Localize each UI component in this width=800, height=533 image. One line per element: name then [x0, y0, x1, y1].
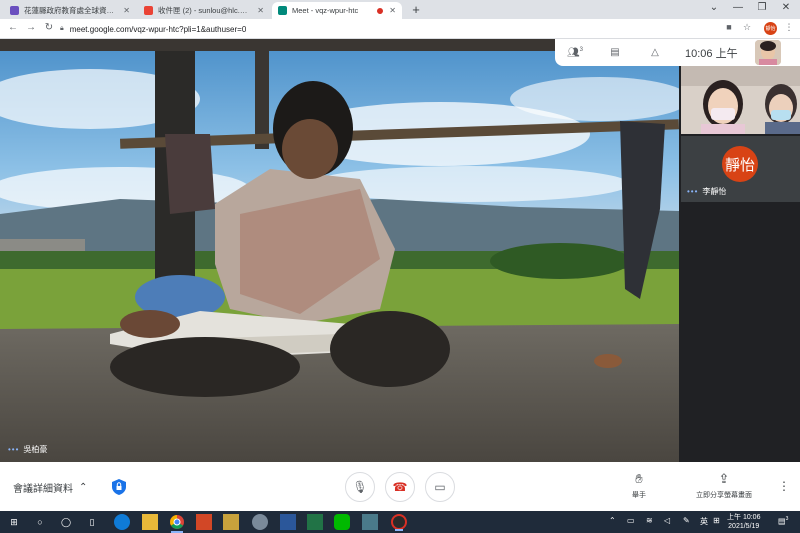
participant-video-tile[interactable] [681, 66, 800, 134]
video-frame-image [0, 39, 679, 462]
battery-icon[interactable]: ▭ [627, 516, 635, 525]
line-icon[interactable] [334, 514, 350, 530]
meet-stage: ••• 吳柏豪 👥︎3 ▤ △ 10:06 上午 靜怡 ••• 李靜怡 [0, 39, 800, 462]
recorder-icon[interactable] [391, 514, 407, 531]
audio-activity-icon: ••• [8, 445, 20, 454]
meeting-details-label: 會議詳細資料 [13, 484, 73, 495]
tab-meet[interactable]: Meet - vqz-wpur-htc ✕ [272, 2, 402, 19]
notification-count: 3 [785, 516, 789, 522]
raise-hand-label: 舉手 [632, 492, 646, 499]
taskbar-clock[interactable]: 上午 10:06 2021/5/19 [727, 513, 760, 531]
windows-taskbar: ⊞ ○ ◯ ▯ ⌃ ▭ ≋ ◁ ✎ 英 ⊞ 上午 10:06 2021/5/19… [0, 511, 800, 533]
activities-icon[interactable]: △ [635, 47, 675, 58]
meet-icon [278, 6, 287, 15]
host-controls-shield-icon[interactable] [111, 478, 127, 496]
phone-hangup-icon: ☎︎ [392, 480, 408, 494]
edge-icon[interactable] [114, 514, 130, 530]
tab-title: 花蓮縣政府教育處全球資訊服務 [24, 6, 117, 15]
chevron-up-icon[interactable]: ⌃ [609, 516, 616, 525]
chrome-logo-icon [170, 515, 184, 529]
close-tab-icon[interactable]: ✕ [389, 6, 396, 15]
site-favicon-icon [10, 6, 19, 15]
tab-title: Meet - vqz-wpur-htc [292, 6, 359, 15]
profile-avatar[interactable]: 靜怡 [764, 22, 777, 35]
participant-avatar: 靜怡 [722, 146, 758, 182]
meet-control-bar: 會議詳細資料 ⌃ 🎙︎ ☎︎ ▭ ✋︎ 舉手 ⇪ 立即分享螢幕畫面 ⋮ [0, 462, 800, 511]
self-view-thumbnail[interactable] [755, 40, 781, 65]
reload-icon[interactable]: ↻ [42, 22, 56, 33]
present-label: 立即分享螢幕畫面 [696, 492, 752, 499]
participant-name-label: ••• 李靜怡 [687, 186, 726, 197]
clock-time: 上午 10:06 [727, 514, 761, 521]
bookmark-star-icon[interactable]: ☆ [740, 22, 754, 33]
notifications-icon[interactable]: ▤3 [778, 516, 788, 526]
word-icon[interactable] [280, 514, 296, 530]
back-icon[interactable]: ← [6, 22, 20, 33]
participant-name: 李靜怡 [702, 187, 727, 196]
tab-gmail[interactable]: 收件匣 (2) - sunlou@hlc.edu.tw ✕ [138, 2, 270, 19]
cortana-icon[interactable]: ◯ [58, 514, 74, 530]
file-explorer-icon[interactable] [142, 514, 158, 530]
address-bar[interactable]: 🔒︎ meet.google.com/vqz-wpur-htc?pli=1&au… [60, 21, 720, 37]
gmail-icon [144, 6, 153, 15]
present-screen-icon: ⇪ [718, 471, 730, 486]
meet-top-bar: 👥︎3 ▤ △ 10:06 上午 [555, 39, 800, 66]
ime-mode-icon[interactable]: ⊞ [713, 516, 720, 525]
lock-icon: 🔒︎ [60, 25, 64, 32]
self-view-image [755, 40, 781, 65]
main-speaker-name: 吳柏豪 [23, 445, 48, 454]
participant-video-image [681, 66, 800, 134]
media-player-icon[interactable] [223, 514, 239, 530]
tab-title: 收件匣 (2) - sunlou@hlc.edu.tw [158, 6, 251, 15]
main-speaker-label: ••• 吳柏豪 [8, 444, 47, 455]
audio-activity-icon: ••• [687, 187, 699, 196]
volume-icon[interactable]: ◁ [664, 516, 670, 525]
recording-indicator-icon [377, 7, 384, 14]
participant-tile[interactable]: 靜怡 ••• 李靜怡 [681, 136, 800, 202]
windows-start-icon[interactable]: ⊞ [6, 514, 22, 530]
present-now-button[interactable]: ⇪ 立即分享螢幕畫面 [696, 471, 752, 500]
search-icon[interactable]: ○ [32, 514, 48, 530]
people-icon[interactable]: 👥︎3 [555, 47, 595, 58]
browser-tabstrip: 花蓮縣政府教育處全球資訊服務 ✕ 收件匣 (2) - sunlou@hlc.ed… [0, 0, 800, 19]
chrome-icon[interactable] [169, 514, 185, 533]
chat-icon[interactable]: ▤ [595, 47, 635, 58]
app-icon[interactable] [362, 514, 378, 530]
clock-date: 2021/5/19 [728, 523, 760, 530]
microphone-icon: 🎙︎ [352, 480, 368, 494]
meeting-time: 10:06 上午 [685, 47, 738, 60]
microphone-button[interactable]: 🎙︎ [345, 472, 375, 502]
camera-button[interactable]: ▭ [425, 472, 455, 502]
app-icon[interactable] [252, 514, 268, 530]
more-options-icon[interactable]: ⋮ [778, 479, 790, 493]
browser-toolbar: ← → ↻ 🔒︎ meet.google.com/vqz-wpur-htc?pl… [0, 19, 800, 39]
meeting-details-button[interactable]: 會議詳細資料 ⌃ [13, 480, 87, 495]
hand-icon: ✋︎ [635, 471, 643, 486]
ime-indicator[interactable]: 英 [700, 516, 708, 527]
close-tab-icon[interactable]: ✕ [123, 6, 130, 15]
forward-icon[interactable]: → [24, 22, 38, 33]
end-call-button[interactable]: ☎︎ [385, 472, 415, 502]
url-text: meet.google.com/vqz-wpur-htc?pli=1&authu… [69, 24, 247, 34]
video-camera-icon: ▭ [434, 480, 446, 494]
chrome-menu-icon[interactable]: ⋮ [782, 22, 796, 33]
excel-icon[interactable] [307, 514, 323, 530]
participant-count: 3 [579, 46, 584, 53]
main-video-feed[interactable]: ••• 吳柏豪 [0, 39, 679, 462]
close-window-button[interactable]: ✕ [772, 2, 800, 13]
raise-hand-button[interactable]: ✋︎ 舉手 [632, 471, 646, 500]
tab-education-site[interactable]: 花蓮縣政府教育處全球資訊服務 ✕ [4, 2, 136, 19]
close-tab-icon[interactable]: ✕ [257, 6, 264, 15]
chevron-up-icon: ⌃ [79, 482, 88, 493]
new-tab-button[interactable]: + [408, 2, 424, 17]
pen-icon[interactable]: ✎ [683, 516, 690, 525]
powerpoint-icon[interactable] [196, 514, 212, 530]
task-view-icon[interactable]: ▯ [84, 514, 100, 530]
camera-in-use-icon[interactable]: ■ [722, 22, 736, 32]
wifi-icon[interactable]: ≋ [646, 516, 653, 525]
